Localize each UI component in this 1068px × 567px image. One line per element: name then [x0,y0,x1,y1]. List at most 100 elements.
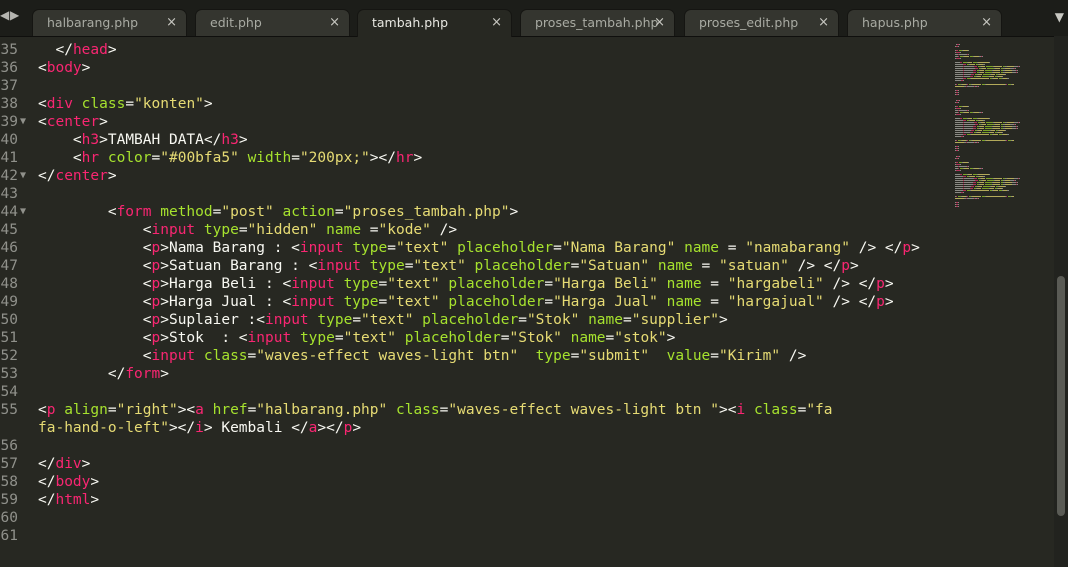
minimap-stroke [955,76,963,77]
minimap-stroke [958,90,959,91]
tab-menu-icon[interactable]: ▼ [1055,10,1064,24]
code-token: = [291,150,300,166]
code-token: "Kirim" [719,348,781,364]
code-line[interactable]: <center> [38,113,108,131]
code-line[interactable]: <p>Satuan Barang : <input type="text" pl… [38,257,859,275]
code-token: head [72,42,108,58]
code-token: "text" [387,294,440,310]
tab-halbarang[interactable]: halbarang.php × [32,9,187,36]
close-icon[interactable]: × [654,15,665,30]
fold-arrow-icon[interactable]: ▼ [20,203,26,221]
minimap-stroke [971,190,989,191]
minimap-stroke [955,122,963,123]
code-line[interactable]: </head> [38,41,116,59]
code-line[interactable]: <form method="post" action="proses_tamba… [38,203,518,221]
code-line[interactable]: <input class="waves-effect waves-light b… [38,347,807,365]
code-line[interactable]: fa-hand-o-left"></i> Kembali </a></p> [38,419,361,437]
code-token: "Harga Jual" [553,294,658,310]
code-token: "proses_tambah.php" [343,204,510,220]
close-icon[interactable]: × [329,15,340,30]
minimap-stroke [989,118,990,119]
minimap-stroke [972,140,981,141]
code-line[interactable]: <p>Harga Jual : <input type="text" place… [38,293,894,311]
minimap-stroke [958,150,959,151]
close-icon[interactable]: × [491,15,502,30]
nav-next-icon[interactable]: ▶ [10,8,19,22]
code-line[interactable]: </div> [38,455,90,473]
line-number [0,419,18,437]
minimap-stroke [964,124,975,125]
minimap-stroke [958,46,959,47]
minimap[interactable] [955,36,1055,567]
minimap-stroke [971,130,974,131]
vertical-scrollbar[interactable] [1054,36,1068,567]
code-token: = [247,402,257,418]
code-line[interactable]: </html> [38,491,99,509]
fold-arrow-icon[interactable]: ▼ [20,167,26,185]
close-icon[interactable]: × [818,15,829,30]
minimap-stroke [960,118,962,119]
minimap-stroke [1005,126,1012,127]
minimap-stroke [955,178,963,179]
code-token: input [247,330,292,346]
tab-proses-tambah[interactable]: proses_tambah.php × [520,9,675,36]
minimap-stroke [991,74,995,75]
code-token: ></ [317,420,344,436]
tab-tambah[interactable]: tambah.php × [357,9,512,37]
close-icon[interactable]: × [166,15,177,30]
minimap-stroke [958,146,959,147]
line-number: 55 [0,402,18,418]
tab-hapus[interactable]: hapus.php × [847,9,1002,36]
minimap-stroke [1019,178,1020,179]
minimap-stroke [958,56,959,57]
minimap-stroke [986,122,993,123]
tab-proses-edit[interactable]: proses_edit.php × [684,9,839,36]
tab-edit[interactable]: edit.php × [195,9,350,36]
code-line[interactable]: </body> [38,473,99,491]
code-line[interactable]: <div class="konten"> [38,95,213,113]
minimap-stroke [964,178,974,179]
code-line[interactable]: </form> [38,365,169,383]
line-number: 39 [0,114,18,130]
minimap-stroke [995,124,1000,125]
code-line[interactable]: <input type="hidden" name ="kode" /> [38,221,457,239]
code-editor[interactable]: 35 </head> 36 <body> 37 38 <div class="konten… [0,36,950,567]
minimap-stroke [993,128,1000,129]
minimap-stroke [981,122,985,123]
code-token: p [151,258,161,274]
scrollbar-thumb[interactable] [1057,276,1065,516]
minimap-stroke [968,106,969,107]
minimap-stroke [955,180,963,181]
minimap-stroke [964,182,973,183]
minimap-stroke [955,182,963,183]
code-line[interactable]: <hr color="#00bfa5" width="200px;"></hr> [38,149,422,167]
code-line[interactable]: </center> [38,167,117,185]
code-token: body [46,60,82,76]
line-number: 60 [0,510,18,526]
code-line[interactable]: <p>Suplaier :<input type="text" placehol… [38,311,728,329]
nav-prev-icon[interactable]: ◀ [0,8,9,22]
minimap-stroke [968,54,969,55]
close-icon[interactable]: × [981,15,992,30]
fold-arrow-icon[interactable]: ▼ [20,113,26,131]
code-line[interactable]: <p>Stok : <input type="text" placeholder… [38,329,676,347]
code-token: "supplier" [631,312,720,328]
minimap-stroke [1005,184,1012,185]
code-token: = [710,348,720,364]
code-token: > [884,294,894,310]
code-token: "200px;" [299,150,370,166]
minimap-stroke [978,118,989,119]
code-line[interactable]: <h3>TAMBAH DATA</h3> [38,131,248,149]
code-line[interactable]: <p align="right"><a href="halbarang.php"… [38,401,833,419]
code-line[interactable]: <body> [38,59,90,77]
minimap-stroke [1017,184,1018,185]
minimap-stroke [970,76,973,77]
code-line[interactable]: <p>Harga Beli : <input type="text" place… [38,275,894,293]
code-token: placeholder [448,294,545,310]
code-line[interactable]: <p>Nama Barang : <input type="text" plac… [38,239,920,257]
minimap-stroke [972,84,981,85]
